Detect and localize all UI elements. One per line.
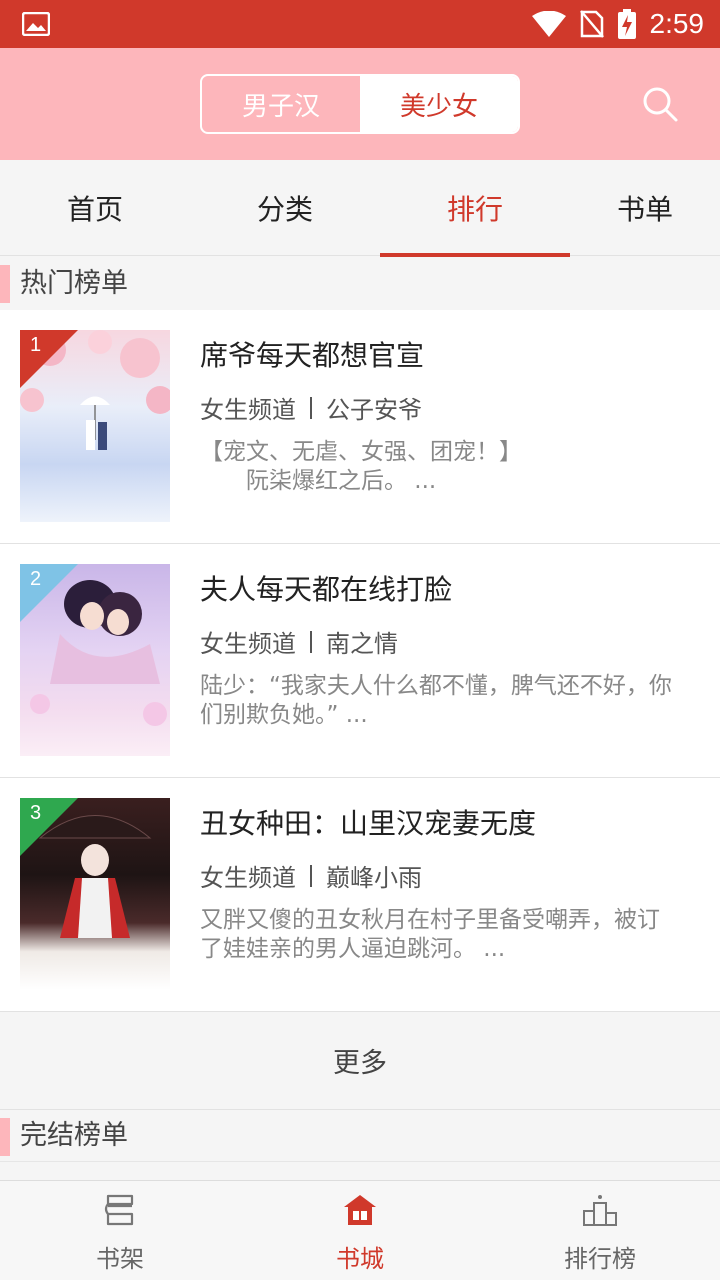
book-meta: 女生频道 公子安爷 (200, 390, 422, 425)
desc-line: 陆少：“我家夫人什么都不懂，脾气还不好，你 (200, 673, 672, 699)
book-cover[interactable]: 1 (20, 330, 170, 522)
book-channel: 女生频道 (200, 630, 296, 658)
status-bar: 2:59 (0, 0, 720, 48)
book-item[interactable]: 1 席爷每天都想官宣 女生频道 公子安爷 【宠文、无虐、女强、团宠！】 阮柒爆红… (0, 310, 720, 544)
book-title[interactable]: 席爷每天都想官宣 (200, 334, 424, 374)
meta-divider (310, 630, 312, 653)
tab-category[interactable]: 分类 (190, 160, 380, 256)
clock: 2:59 (649, 8, 705, 39)
book-channel: 女生频道 (200, 396, 296, 424)
nav-label: 排行榜 (564, 1245, 636, 1273)
book-meta: 女生频道 南之情 (200, 624, 398, 659)
tab-booklist[interactable]: 书单 (570, 160, 720, 256)
book-channel: 女生频道 (200, 864, 296, 892)
nav-label: 书城 (336, 1245, 384, 1273)
rank-number: 3 (30, 802, 42, 824)
book-title[interactable]: 夫人每天都在线打脸 (200, 568, 452, 608)
toggle-female[interactable]: 美少女 (360, 76, 518, 132)
desc-line: 又胖又傻的丑女秋月在村子里备受嘲弄，被订 (200, 907, 660, 933)
desc-line: 们别欺负她。” ... (200, 702, 368, 728)
section-header-finished: 完结榜单 (0, 1110, 720, 1162)
rank-number: 1 (30, 334, 42, 356)
rank-number: 2 (30, 568, 42, 590)
tab-ranking[interactable]: 排行 (380, 160, 570, 257)
meta-divider (310, 396, 312, 419)
book-meta: 女生频道 巅峰小雨 (200, 858, 422, 893)
category-tabs: 首页 分类 排行 书单 (0, 160, 720, 257)
book-author: 公子安爷 (326, 396, 422, 424)
more-button[interactable]: 更多 (0, 1012, 720, 1110)
ranking-icon (583, 1195, 617, 1226)
rank-badge (20, 564, 78, 622)
search-icon[interactable] (640, 84, 680, 124)
wifi-icon (531, 11, 566, 37)
desc-line: 阮柒爆红之后。 ... (200, 468, 437, 494)
tab-home[interactable]: 首页 (0, 160, 190, 256)
meta-divider (310, 864, 312, 887)
rank-badge (20, 798, 78, 856)
nav-label: 书架 (96, 1245, 144, 1273)
book-description: 陆少：“我家夫人什么都不懂，脾气还不好，你 们别欺负她。” ... (200, 672, 700, 730)
section-title: 热门榜单 (20, 268, 128, 299)
book-author: 南之情 (326, 630, 398, 658)
rank-badge (20, 330, 78, 388)
toggle-male[interactable]: 男子汉 (202, 76, 360, 132)
app-header: 男子汉 美少女 (0, 48, 720, 160)
gender-toggle: 男子汉 美少女 (200, 74, 520, 134)
bookstore-icon (344, 1195, 376, 1225)
section-header-hot: 热门榜单 (0, 257, 720, 311)
nav-ranking[interactable]: 排行榜 (480, 1181, 720, 1280)
book-description: 【宠文、无虐、女强、团宠！】 阮柒爆红之后。 ... (200, 438, 700, 496)
book-title[interactable]: 丑女种田：山里汉宠妻无度 (200, 802, 536, 842)
section-accent-bar (0, 265, 10, 303)
book-item[interactable]: 3 丑女种田：山里汉宠妻无度 女生频道 巅峰小雨 又胖又傻的丑女秋月在村子里备受… (0, 778, 720, 1012)
book-description: 又胖又傻的丑女秋月在村子里备受嘲弄，被订 了娃娃亲的男人逼迫跳河。 ... (200, 906, 700, 964)
desc-line: 了娃娃亲的男人逼迫跳河。 ... (200, 936, 506, 962)
gallery-notification-icon (22, 12, 50, 36)
no-sim-icon (579, 10, 604, 38)
bookshelf-icon (104, 1194, 134, 1226)
book-item[interactable]: 2 夫人每天都在线打脸 女生频道 南之情 陆少：“我家夫人什么都不懂，脾气还不好… (0, 544, 720, 778)
book-author: 巅峰小雨 (326, 864, 422, 892)
bottom-navigation: 书架 书城 排行榜 (0, 1180, 720, 1280)
desc-line: 【宠文、无虐、女强、团宠！】 (200, 439, 522, 465)
nav-bookshelf[interactable]: 书架 (0, 1181, 240, 1280)
book-cover[interactable]: 3 (20, 798, 170, 990)
nav-bookstore[interactable]: 书城 (240, 1181, 480, 1280)
book-cover[interactable]: 2 (20, 564, 170, 756)
battery-charging-icon (617, 9, 636, 39)
section-title: 完结榜单 (20, 1120, 128, 1151)
section-accent-bar (0, 1118, 10, 1156)
